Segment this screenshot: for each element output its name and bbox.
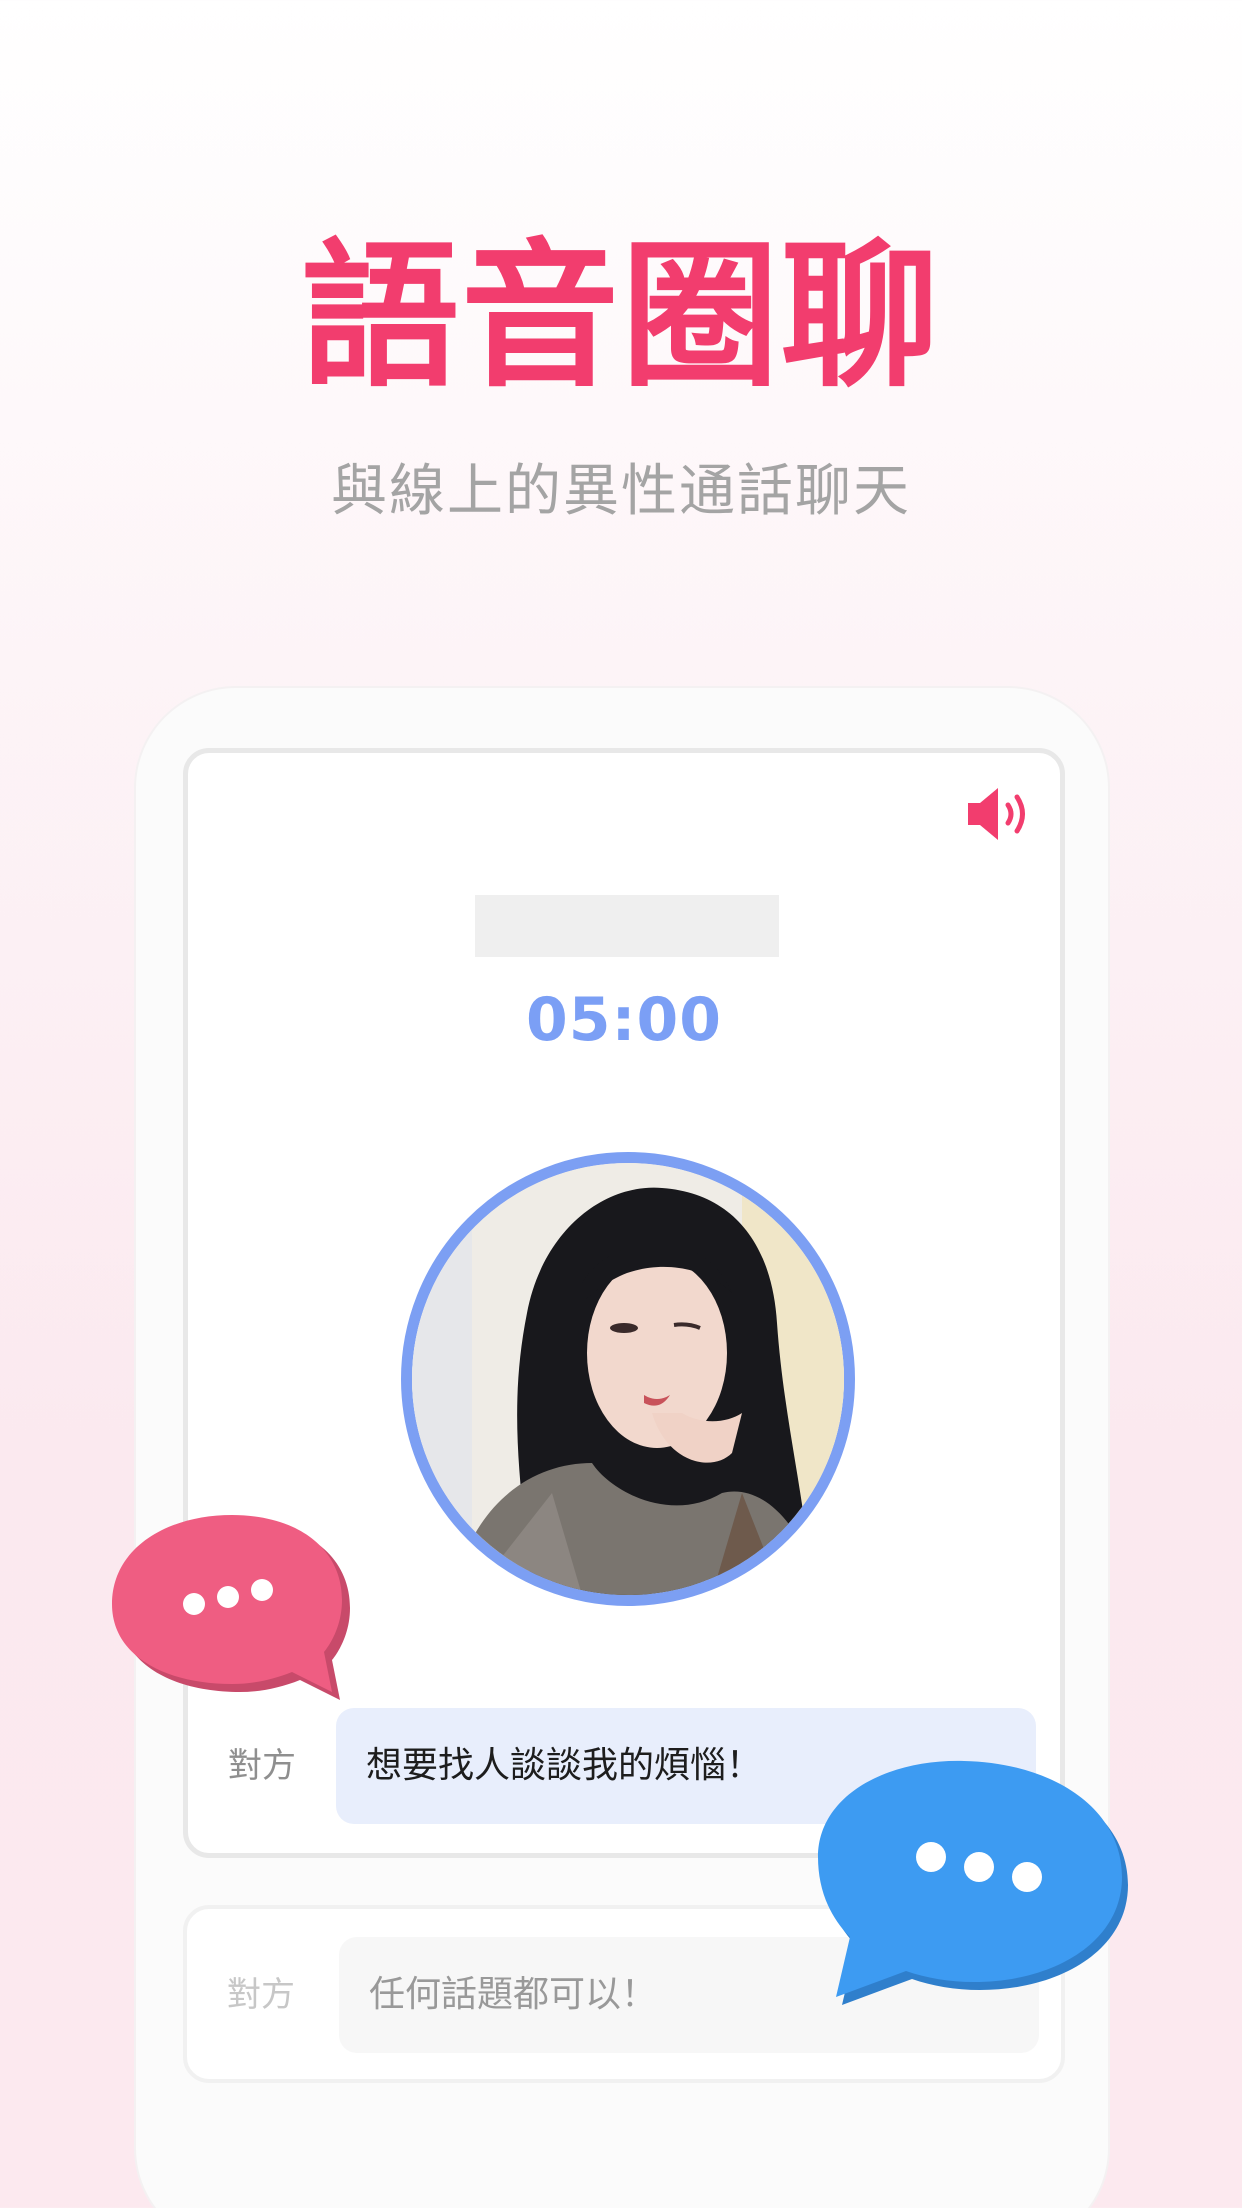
message-sender: 對方 <box>227 1975 295 2015</box>
subheadline: 與線上的異性通話聊天 <box>331 459 911 524</box>
chat-bubble-blue-icon <box>810 1755 1140 2025</box>
headline: 語音圈聊 <box>301 225 941 409</box>
caller-name-placeholder <box>475 895 779 957</box>
call-timer: 05:00 <box>526 985 722 1055</box>
chat-bubble-pink-icon <box>100 1500 370 1720</box>
speaker-volume-icon[interactable] <box>964 783 1034 845</box>
caller-avatar <box>401 1152 855 1606</box>
message-sender: 對方 <box>228 1746 296 1786</box>
